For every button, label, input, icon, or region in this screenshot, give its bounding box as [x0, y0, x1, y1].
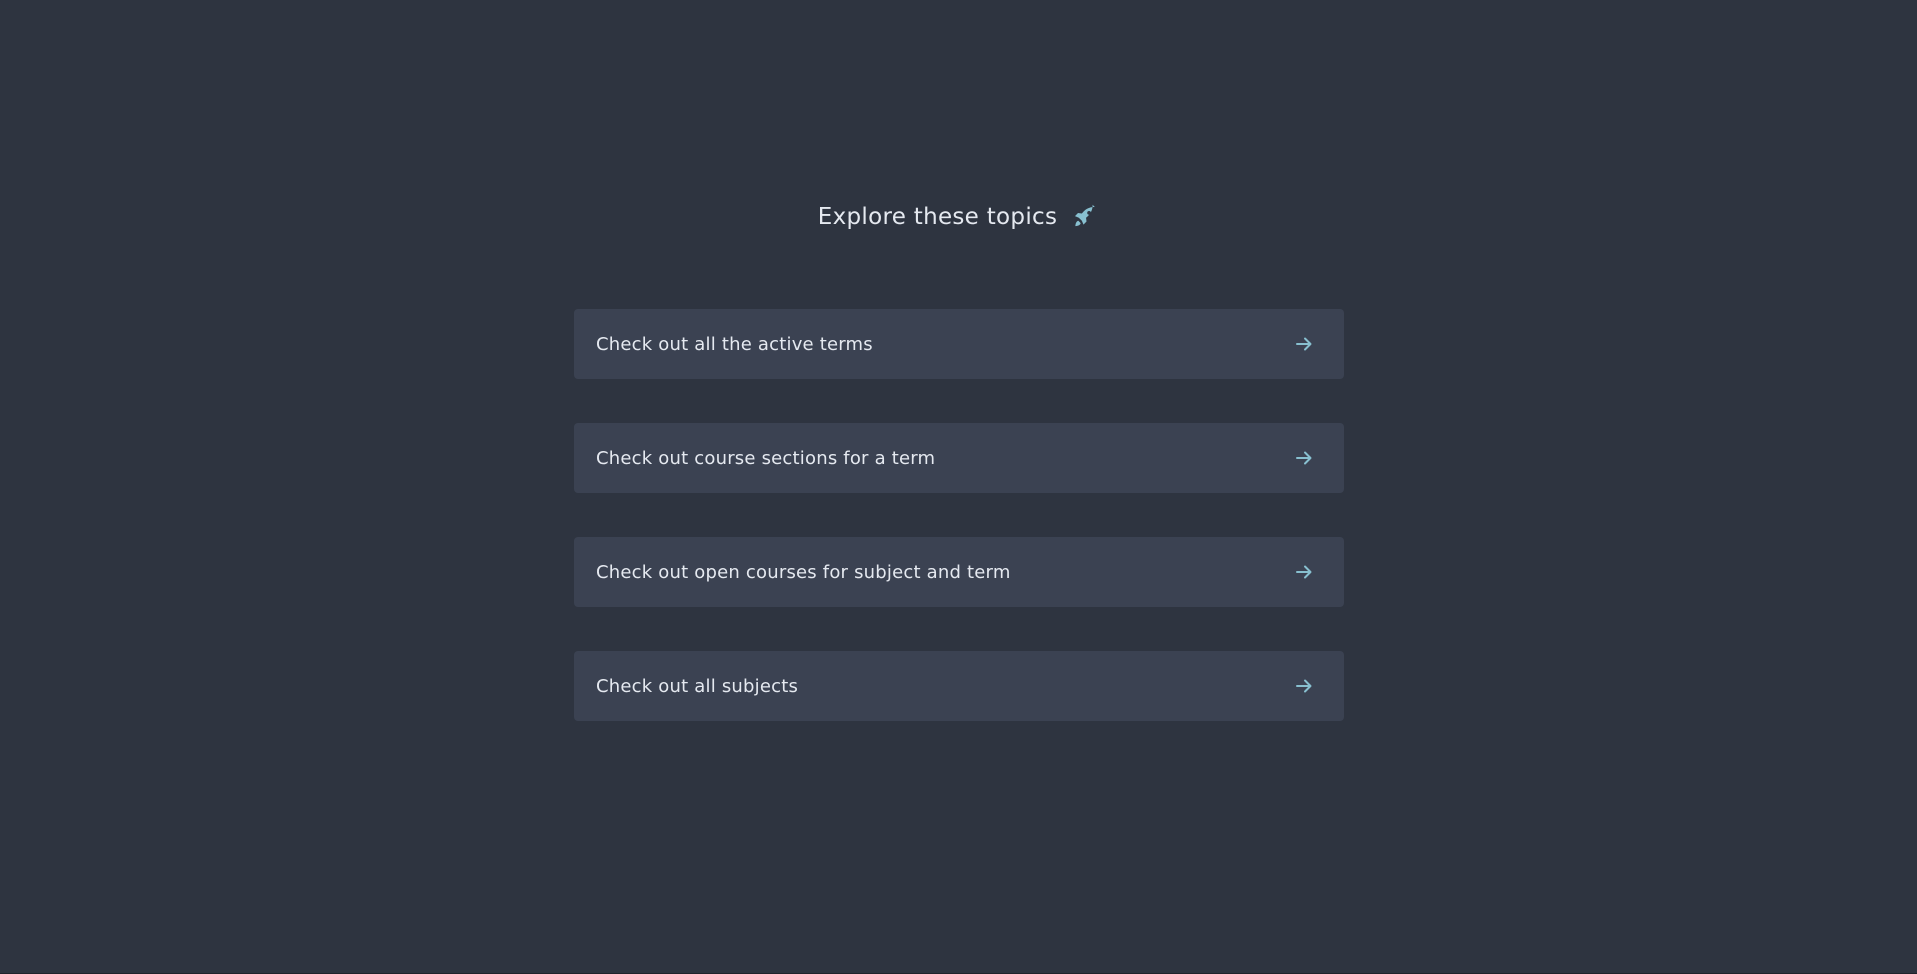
- topic-label: Check out open courses for subject and t…: [596, 561, 1011, 583]
- topic-label: Check out all the active terms: [596, 333, 873, 355]
- topic-label: Check out all subjects: [596, 675, 799, 697]
- arrow-right-icon: [1294, 334, 1314, 354]
- arrow-right-icon: [1294, 676, 1314, 696]
- topic-course-sections[interactable]: Check out course sections for a term: [574, 423, 1344, 493]
- topic-label: Check out course sections for a term: [596, 447, 936, 469]
- topic-all-subjects[interactable]: Check out all subjects: [574, 651, 1344, 721]
- arrow-right-icon: [1294, 448, 1314, 468]
- topic-open-courses[interactable]: Check out open courses for subject and t…: [574, 537, 1344, 607]
- topics-list: Check out all the active terms Check out…: [574, 309, 1344, 721]
- arrow-right-icon: [1294, 562, 1314, 582]
- topics-heading: Explore these topics: [0, 203, 1917, 231]
- rocket-icon: [1071, 203, 1099, 231]
- page: Explore these topics Check out all the a…: [0, 0, 1917, 974]
- page-title: Explore these topics: [817, 204, 1058, 230]
- topic-active-terms[interactable]: Check out all the active terms: [574, 309, 1344, 379]
